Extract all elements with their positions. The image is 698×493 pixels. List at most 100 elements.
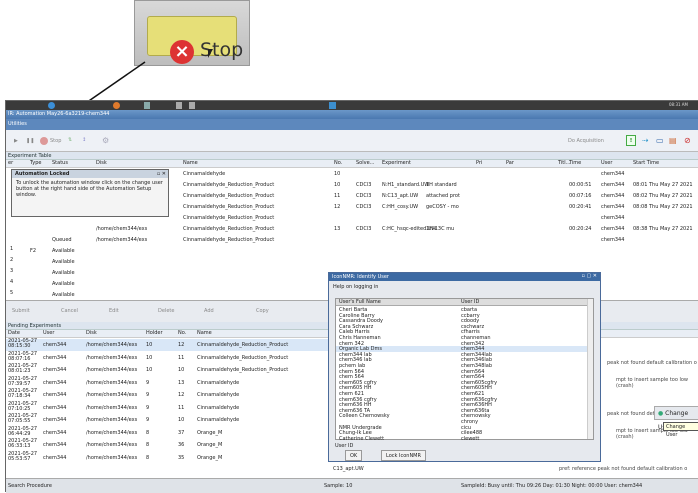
table-row[interactable]: Queued/home/chem344/exs Cinnamaldehyde_Re… xyxy=(6,235,698,245)
table-row[interactable]: 2021-05-27 06:44:29 chem344/home/chem344/… xyxy=(6,426,336,439)
table-row[interactable]: 2021-05-27 05:53:57 chem344/home/chem344/… xyxy=(6,450,336,464)
table-row[interactable]: 2021-05-27 08:15:30 chem344/home/chem344/… xyxy=(6,339,336,351)
cell-no: 35 xyxy=(178,454,185,461)
exit-icon[interactable]: ⊘ xyxy=(684,136,691,145)
pause-icon[interactable]: ❚❚ xyxy=(26,138,34,144)
cell-name: Cinnamaldehyde_Reduction_Product xyxy=(197,342,289,348)
col-header[interactable]: Start Time xyxy=(633,160,659,166)
cell-experiment: N:H1_standard.UW xyxy=(382,182,430,188)
cell-user: chem344 xyxy=(601,193,625,199)
col-header[interactable]: Pri xyxy=(476,160,482,166)
close-icon[interactable]: ▫ ✕ xyxy=(157,171,166,177)
list-item[interactable]: Catherine Clewett clewett xyxy=(336,436,588,442)
alert-icon[interactable]: ! xyxy=(626,135,636,146)
col-header[interactable]: User xyxy=(43,330,54,336)
cell-no: 10 xyxy=(178,367,185,373)
table-row[interactable]: 2021-05-27 08:07:16 chem344/home/chem344/… xyxy=(6,351,336,364)
table-header: er Type Status Disk Name No. Solve... Ex… xyxy=(6,160,698,168)
col-header[interactable]: User xyxy=(601,160,612,166)
table-row[interactable]: /home/chem344/exs Cinnamaldehyde_Reductio… xyxy=(6,224,698,234)
col-header[interactable]: er xyxy=(8,160,13,166)
col-header[interactable]: Solve... xyxy=(356,160,374,166)
app-icon[interactable] xyxy=(113,102,120,109)
table-row[interactable]: 2021-05-27 07:39:57 chem344/home/chem344/… xyxy=(6,376,336,389)
app-icon[interactable] xyxy=(176,102,182,109)
cell-name: Cinnamaldehyde xyxy=(197,379,240,386)
col-header[interactable]: User ID xyxy=(461,299,479,305)
scrollbar[interactable] xyxy=(587,299,593,439)
table-row[interactable]: 2021-05-27 07:05:55 chem344/home/chem344/… xyxy=(6,414,336,426)
app-icon[interactable] xyxy=(48,102,55,109)
copy-button[interactable]: Copy xyxy=(256,308,269,314)
table-row[interactable]: 2021-05-27 07:10:25 chem344/home/chem344/… xyxy=(6,401,336,414)
col-header[interactable]: Par xyxy=(506,160,514,166)
col-header[interactable]: Type xyxy=(30,160,41,166)
table-row[interactable]: Available xyxy=(6,257,698,267)
user-full-name: Catherine Clewett xyxy=(339,435,385,442)
cell-name: Cinnamaldehyde xyxy=(197,392,240,398)
table-row[interactable]: 2021-05-27 06:33:13 chem344/home/chem344/… xyxy=(6,439,336,451)
cell-name: Orange_M xyxy=(197,442,223,448)
app-icon[interactable] xyxy=(144,102,150,109)
table-row[interactable]: 2021-05-27 07:18:34 chem344/home/chem344/… xyxy=(6,389,336,401)
app-icon[interactable] xyxy=(329,102,336,109)
zoomed-stop-button[interactable]: × Stop xyxy=(147,16,243,64)
stop-button-label[interactable]: Stop xyxy=(50,138,61,144)
cell-no: 11 xyxy=(178,404,185,411)
cell-status: Available xyxy=(52,248,75,254)
delete-button[interactable]: Delete xyxy=(158,308,174,314)
cell-solvent: CDCl3 xyxy=(356,226,372,232)
cell-holder: 8 xyxy=(146,454,150,461)
cell-name: Cinnamaldehyde_Reduction_Product xyxy=(197,354,289,361)
monitor-icon[interactable]: ▭ xyxy=(656,136,664,145)
arrow-icon[interactable]: ⇢ xyxy=(642,136,649,145)
col-header[interactable]: Name xyxy=(197,330,212,336)
col-header[interactable]: No. xyxy=(178,330,186,336)
col-header[interactable]: User's Full Name xyxy=(339,299,381,305)
add-button[interactable]: Add xyxy=(204,308,214,314)
menu-utilities[interactable]: Utilities xyxy=(8,121,27,127)
col-header[interactable]: Status xyxy=(52,160,68,166)
play-icon[interactable]: ▶ xyxy=(14,138,18,144)
stop-icon[interactable] xyxy=(40,137,48,145)
cell-date: 2021-05-27 05:53:57 xyxy=(8,450,38,462)
tool-icon[interactable]: ↕ xyxy=(82,137,86,143)
row-number: 1 xyxy=(10,246,14,252)
cell-extra: attached prot xyxy=(426,193,460,199)
change-user-button[interactable]: ● Change User xyxy=(654,406,698,431)
cell-name: Orange_M xyxy=(197,429,223,436)
cell-no: 10 xyxy=(334,182,341,188)
col-header[interactable]: Disk xyxy=(86,330,97,336)
cell-solvent: CDCl3 xyxy=(356,204,372,210)
cell-experiment: N:C13_apt.UW xyxy=(382,193,419,199)
edit-button[interactable]: Edit xyxy=(109,308,119,314)
cell-holder: 9 xyxy=(146,417,150,423)
cell-disk: /home/chem344/exs xyxy=(86,392,138,398)
menubar: Utilities xyxy=(6,119,698,130)
cancel-button[interactable]: Cancel xyxy=(61,308,78,314)
lock-iconnmr-button[interactable]: Lock IconNMR xyxy=(381,450,426,461)
col-header[interactable]: No. xyxy=(334,160,342,166)
col-header[interactable]: Experiment xyxy=(382,160,411,166)
settings-icon[interactable]: ⚙ xyxy=(102,136,109,145)
help-toggle[interactable]: Help on logging in xyxy=(333,284,378,290)
tool-icon[interactable]: ⇅ xyxy=(68,137,72,143)
window-controls-icon[interactable]: ▫ ▢ ✕ xyxy=(582,273,597,279)
col-header[interactable]: Disk xyxy=(96,160,107,166)
col-header[interactable]: Name xyxy=(183,160,198,166)
app-icon[interactable] xyxy=(189,102,195,109)
table-row[interactable]: F2 Available xyxy=(6,246,698,256)
cell-name: Cinnamaldehyde_Reduction_Product xyxy=(183,215,275,221)
col-header[interactable]: Date xyxy=(8,330,20,336)
ok-button[interactable]: OK xyxy=(345,450,363,461)
automation-locked-panel: Automation Locked ▫ ✕ To unlock the auto… xyxy=(11,169,169,217)
submit-button[interactable]: Submit xyxy=(12,308,30,314)
table-row[interactable]: 2021-05-27 08:01:23 chem344/home/chem344/… xyxy=(6,364,336,376)
desktop-screen: 08:31 AM IR: Automation May26-6a3219-che… xyxy=(5,100,698,493)
col-header[interactable]: Time xyxy=(569,160,581,166)
col-header[interactable]: Holder xyxy=(146,330,163,336)
acquisition-label: Do Acquisition xyxy=(568,138,604,144)
cell-holder: 9 xyxy=(146,404,150,411)
chart-icon[interactable]: ▤ xyxy=(669,136,677,145)
status-sample: Sample: 10 xyxy=(324,483,353,489)
